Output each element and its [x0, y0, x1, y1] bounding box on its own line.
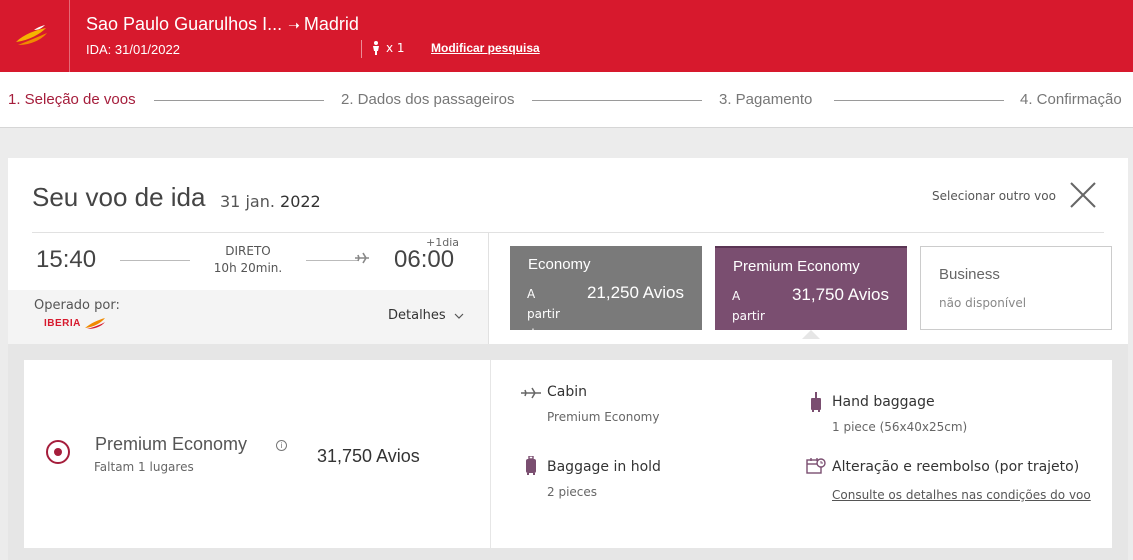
- feature-value: Premium Economy: [547, 410, 660, 424]
- step-connector: [834, 100, 1004, 101]
- flight-date-day: 31 jan.: [220, 192, 275, 211]
- timeline-line: [306, 260, 358, 261]
- passenger-count: x 1: [372, 41, 405, 55]
- calendar-clock-icon: [806, 458, 826, 474]
- airplane-icon: [521, 387, 541, 399]
- fare-from-label: A partir de: [527, 287, 560, 330]
- origin-city: Sao Paulo Guarulhos I...: [86, 14, 283, 34]
- feature-value: 1 piece (56x40x25cm): [832, 420, 968, 434]
- fare-radio-selected[interactable]: [46, 440, 70, 464]
- operated-by-label: Operado por:: [34, 298, 120, 313]
- feature-title: Baggage in hold: [547, 459, 661, 475]
- details-divider: [490, 360, 491, 548]
- flight-times: 15:40 DIRETO 10h 20min. +1dia 06:00: [8, 232, 488, 290]
- fare-details-content: Premium Economy i Faltam 1 lugares 31,75…: [24, 360, 1112, 548]
- chevron-down-icon: [454, 313, 464, 319]
- fare-name: Economy: [528, 256, 591, 273]
- fare-details-panel: Premium Economy i Faltam 1 lugares 31,75…: [8, 344, 1128, 560]
- ida-date: IDA: 31/01/2022: [86, 42, 180, 57]
- airplane-icon: [355, 252, 369, 264]
- top-header: Sao Paulo Guarulhos I... ➝ Madrid IDA: 31/…: [0, 0, 1133, 72]
- seats-left: Faltam 1 lugares: [94, 460, 194, 474]
- flight-date-year: 2022: [280, 192, 321, 211]
- step-confirmation: 4. Confirmação: [1020, 91, 1122, 108]
- select-other-flight-link[interactable]: Selecionar outro voo: [932, 189, 1056, 203]
- destination-city: Madrid: [303, 14, 359, 34]
- close-icon[interactable]: [1068, 180, 1098, 210]
- flight-type: DIRETO: [225, 244, 271, 258]
- departure-time: 15:40: [36, 246, 97, 273]
- section-divider: [488, 232, 489, 344]
- page-title: Seu voo de ida: [32, 182, 206, 212]
- selected-fare-price: 31,750 Avios: [317, 446, 420, 466]
- step-passenger-data: 2. Dados dos passageiros: [341, 91, 515, 108]
- iberia-wing-icon: [84, 318, 105, 329]
- operator-logo: IBERIA: [44, 316, 106, 330]
- fare-premium-economy-card[interactable]: Premium Economy A partir de 31,750 Avios: [715, 246, 907, 330]
- fare-name: Business: [939, 266, 1000, 283]
- feature-title: Hand baggage: [832, 394, 935, 410]
- selected-fare-pointer: [802, 330, 820, 339]
- hand-baggage-icon: [811, 392, 821, 412]
- feature-value: 2 pieces: [547, 485, 598, 499]
- fare-price: 21,250 Avios: [586, 283, 684, 302]
- route-title: Sao Paulo Guarulhos I... ➝ Madrid: [86, 14, 359, 35]
- details-label: Detalhes: [388, 308, 446, 323]
- step-payment: 3. Pagamento: [719, 91, 813, 108]
- flight-date: 31 jan. 2022: [220, 192, 321, 211]
- operator-logo-text: IBERIA: [44, 317, 81, 329]
- step-connector: [154, 100, 324, 101]
- timeline-line: [120, 260, 190, 261]
- arrival-time: 06:00: [394, 246, 455, 273]
- details-toggle[interactable]: Detalhes: [388, 308, 464, 323]
- fare-unavailable-label: não disponível: [939, 296, 1027, 310]
- hold-baggage-icon: [526, 456, 536, 475]
- passenger-count-label: x 1: [386, 41, 405, 55]
- selected-fare-name: Premium Economy: [95, 434, 248, 454]
- iberia-logo-icon: [16, 25, 47, 45]
- feature-title: Cabin: [547, 384, 588, 400]
- fare-economy-card[interactable]: Economy A partir de 21,250 Avios: [510, 246, 702, 330]
- iberia-logo[interactable]: [0, 0, 70, 72]
- fare-from-label: A partir de: [732, 289, 765, 330]
- header-divider: [361, 40, 362, 58]
- info-icon[interactable]: i: [276, 440, 287, 451]
- step-connector: [532, 100, 702, 101]
- operator-row: Operado por: IBERIA Detalhes: [8, 290, 488, 344]
- route-arrow-icon: ➝: [288, 17, 300, 33]
- flight-conditions-link[interactable]: Consulte os detalhes nas condições do vo…: [832, 483, 1092, 508]
- feature-title: Alteração e reembolso (por trajeto): [832, 459, 1080, 475]
- outbound-flight-card: Seu voo de ida 31 jan. 2022 Selecionar o…: [8, 158, 1128, 560]
- modify-search-link[interactable]: Modificar pesquisa: [431, 41, 540, 55]
- fare-price: 31,750 Avios: [791, 285, 889, 304]
- person-icon: [373, 41, 379, 55]
- progress-stepper: 1. Seleção de voos 2. Dados dos passagei…: [0, 72, 1133, 128]
- step-flight-selection: 1. Seleção de voos: [8, 91, 136, 108]
- fare-name: Premium Economy: [733, 258, 860, 275]
- flight-duration: 10h 20min.: [213, 261, 283, 275]
- fare-business-card: Business não disponível: [920, 246, 1112, 330]
